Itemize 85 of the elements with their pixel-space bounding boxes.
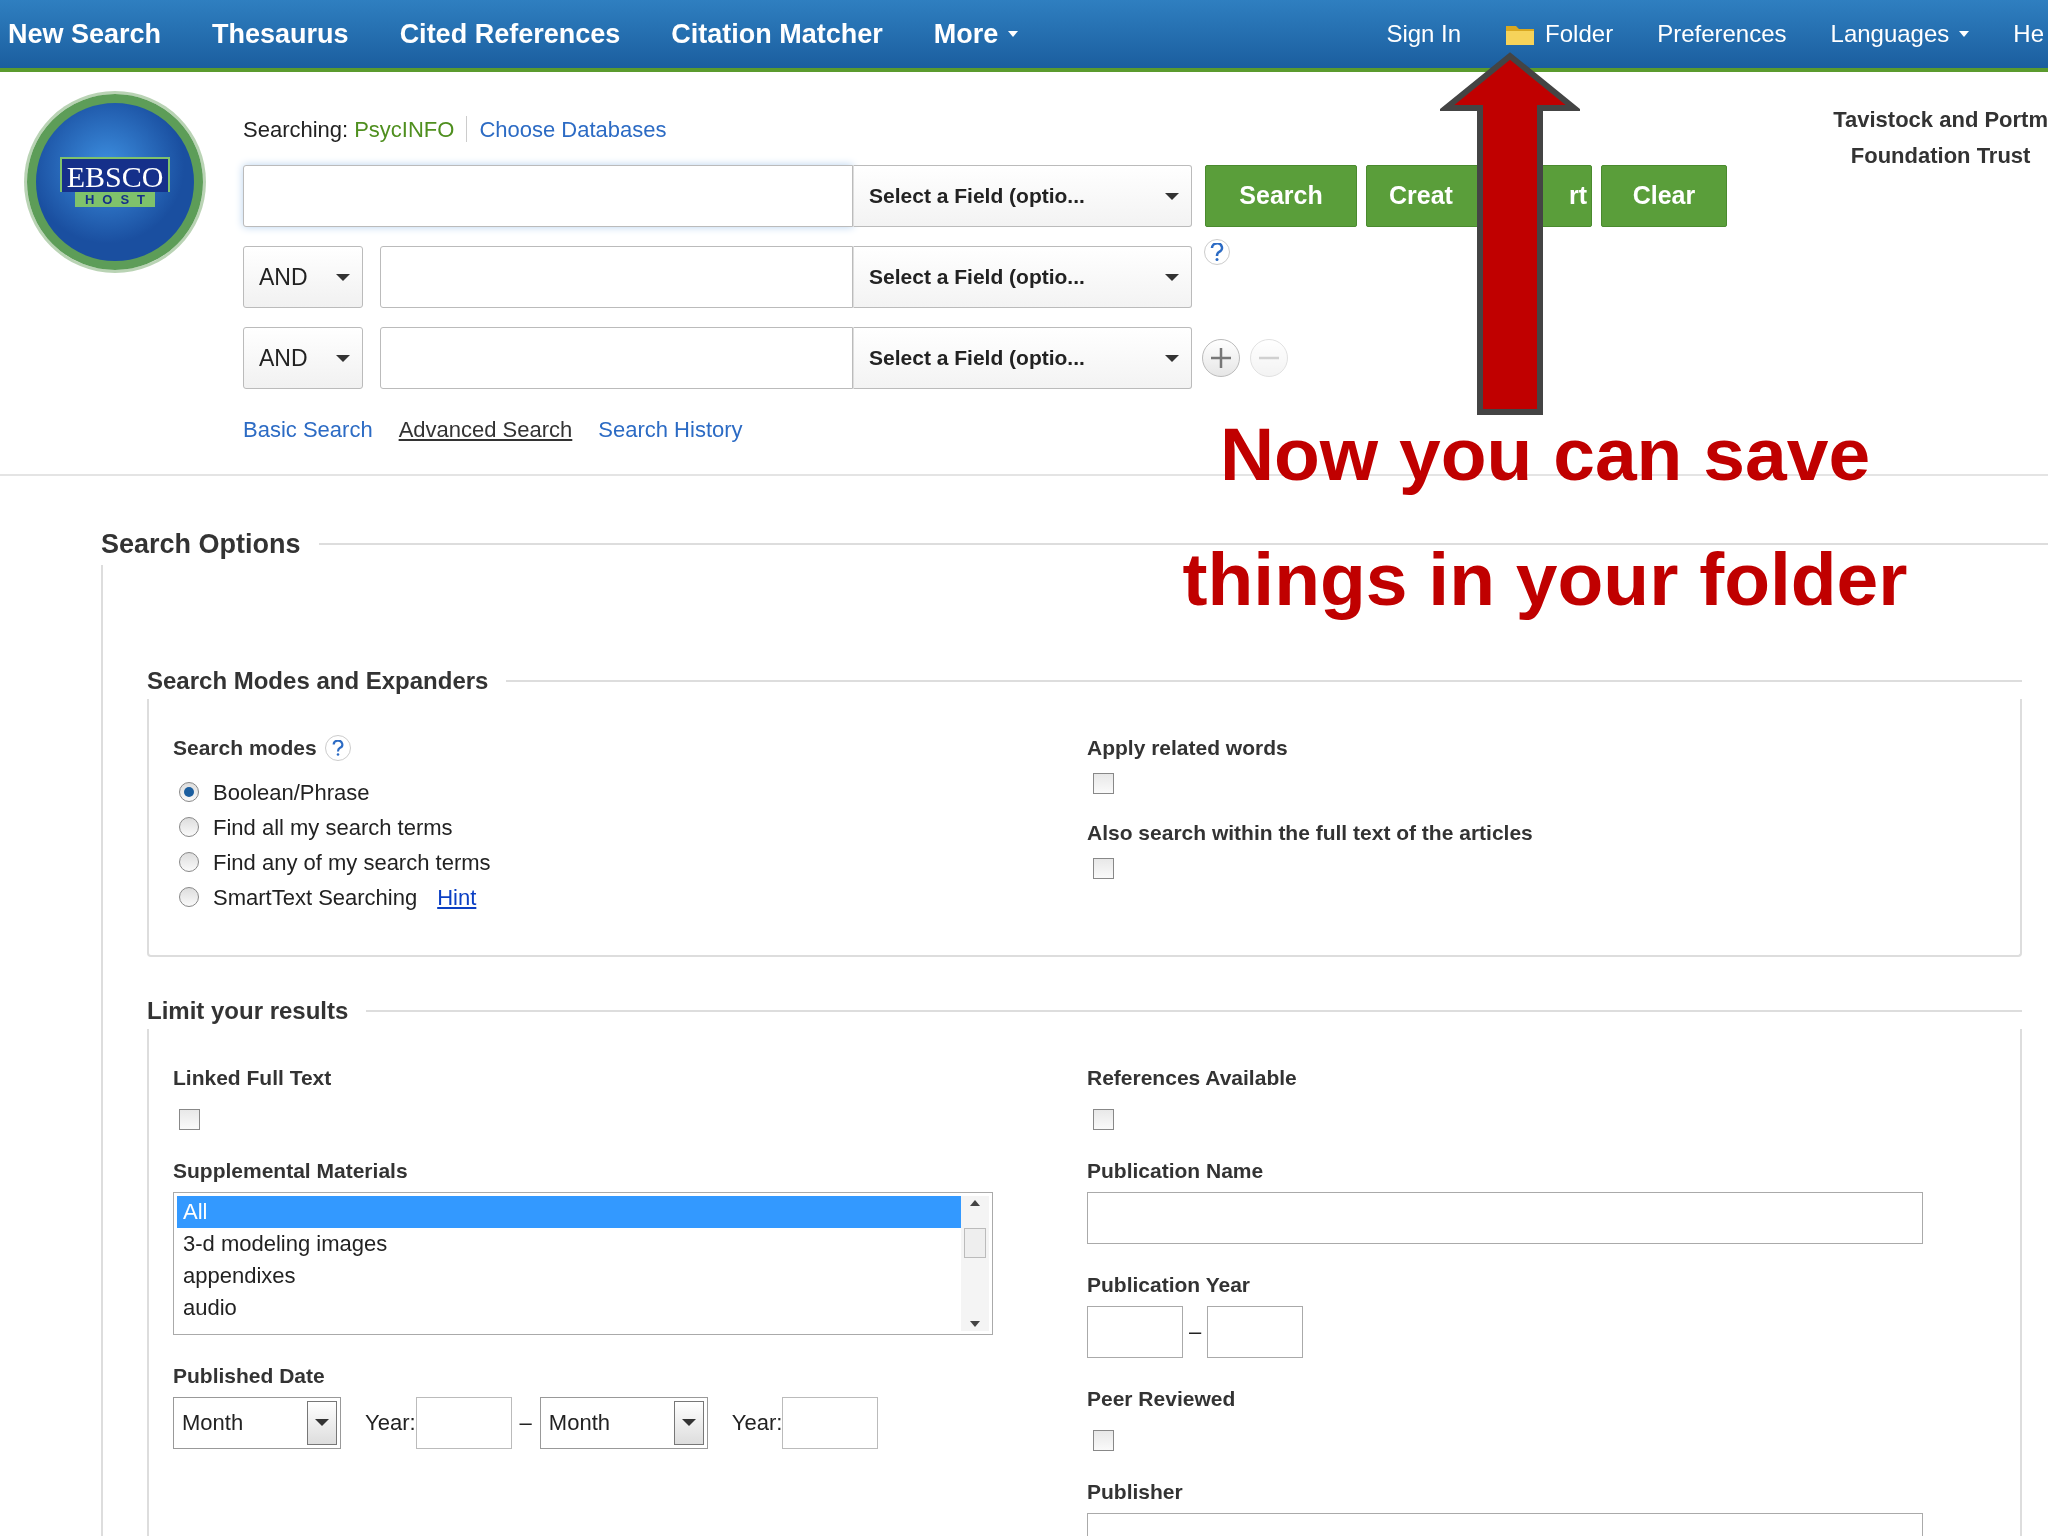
nav-link[interactable]: Languages	[1830, 16, 1970, 52]
year-input[interactable]	[415, 1396, 512, 1449]
text-input[interactable]	[1087, 1191, 1923, 1244]
field-select[interactable]: Select a Field (optio...	[853, 246, 1192, 308]
radio-button[interactable]	[179, 852, 199, 872]
nav-link[interactable]: Preferences	[1657, 16, 1787, 52]
nav-link[interactable]: Thesaurus	[212, 13, 349, 55]
search-input[interactable]	[243, 165, 853, 227]
field-label: Apply related words	[1087, 734, 1289, 761]
month-select[interactable]: Month	[173, 1396, 341, 1449]
radio-label: Find all my search terms	[213, 813, 453, 842]
caret-icon	[1165, 192, 1179, 200]
checkbox[interactable]	[1093, 1429, 1114, 1451]
nav-link[interactable]: New Search	[8, 13, 162, 55]
year-label: Year:	[731, 1409, 783, 1437]
nav-link[interactable]: Folder	[1505, 16, 1614, 52]
hint-link[interactable]: Hint	[437, 880, 477, 914]
month-select[interactable]: Month	[539, 1396, 708, 1449]
institution-name: Foundation Trust	[1849, 142, 2032, 170]
range-dash: –	[1189, 1318, 1202, 1346]
field-label: Publication Year	[1087, 1271, 1251, 1298]
nav-link[interactable]: Cited References	[399, 13, 621, 55]
search-mode-link[interactable]: Search History	[598, 413, 743, 446]
field-label: Publication Name	[1087, 1157, 1265, 1184]
operator-select[interactable]: AND	[243, 327, 363, 389]
caret-icon	[1165, 354, 1179, 362]
annotation-text: things in your folder	[1181, 536, 1909, 623]
nav-link[interactable]: Sign In	[1386, 16, 1462, 52]
caret-icon	[1165, 273, 1179, 281]
annotation-text: Now you can save	[1218, 411, 1872, 498]
checkbox[interactable]	[179, 1108, 200, 1130]
field-select[interactable]: Select a Field (optio...	[853, 165, 1192, 227]
field-label: Also search within the full text of the articles	[1087, 819, 1534, 846]
field-label: Published Date	[173, 1362, 326, 1389]
radio-label: SmartText Searching	[213, 883, 418, 912]
logo-text: EBSCO	[59, 157, 171, 192]
radio-label: Boolean/Phrase	[213, 778, 370, 807]
section-title: Limit your results	[147, 995, 349, 1026]
list-option[interactable]: audio	[177, 1291, 961, 1324]
radio-button[interactable]	[179, 817, 199, 837]
action-button[interactable]: Search	[1205, 165, 1357, 227]
logo-text: HOST	[74, 192, 156, 207]
year-input[interactable]	[1087, 1305, 1183, 1358]
year-input[interactable]	[1207, 1305, 1304, 1358]
nav-link[interactable]: Citation Matcher	[671, 13, 883, 55]
searching-label: Searching:	[243, 115, 349, 144]
checkbox[interactable]	[1093, 772, 1114, 794]
list-option[interactable]: appendixes	[177, 1259, 961, 1292]
caret-icon	[315, 1419, 329, 1426]
search-input[interactable]	[380, 327, 853, 389]
choose-databases-link[interactable]: Choose Databases	[479, 112, 667, 146]
field-label: Search modes	[173, 734, 317, 761]
search-mode-link[interactable]: Advanced Search	[398, 413, 573, 446]
scrollbar[interactable]	[961, 1195, 989, 1331]
year-input[interactable]	[782, 1396, 879, 1449]
nav-link[interactable]: He	[2013, 16, 2044, 52]
field-label: Peer Reviewed	[1087, 1385, 1237, 1412]
database-name: PsycINFO	[354, 115, 455, 144]
list-option[interactable]: All	[177, 1195, 961, 1228]
field-label: Supplemental Materials	[173, 1157, 409, 1184]
action-button[interactable]: Clear	[1601, 165, 1727, 227]
field-select[interactable]: Select a Field (optio...	[853, 327, 1192, 389]
range-dash: –	[519, 1409, 532, 1437]
year-label: Year:	[365, 1409, 416, 1437]
search-input[interactable]	[380, 246, 853, 308]
list-box[interactable]: All 3-d modeling images appendixes audio	[173, 1191, 993, 1335]
field-label: Linked Full Text	[173, 1064, 333, 1091]
operator-select[interactable]: AND	[243, 246, 363, 308]
radio-button[interactable]	[179, 782, 199, 802]
nav-link[interactable]: More	[933, 13, 1019, 55]
field-label: References Available	[1087, 1064, 1298, 1091]
field-label: Publisher	[1087, 1478, 1184, 1505]
institution-name: Tavistock and Portm	[1833, 106, 2048, 134]
checkbox[interactable]	[1093, 857, 1114, 879]
section-title: Search Options	[101, 528, 301, 561]
caret-icon	[336, 354, 350, 362]
search-mode-link[interactable]: Basic Search	[243, 413, 373, 446]
section-title: Search Modes and Expanders	[147, 665, 489, 696]
list-option[interactable]: 3-d modeling images	[177, 1227, 961, 1260]
caret-icon	[336, 273, 350, 281]
radio-label: Find any of my search terms	[213, 848, 491, 877]
caret-icon	[681, 1419, 696, 1426]
radio-button[interactable]	[179, 887, 199, 907]
checkbox[interactable]	[1093, 1108, 1114, 1130]
add-row-icon[interactable]	[1202, 339, 1240, 377]
